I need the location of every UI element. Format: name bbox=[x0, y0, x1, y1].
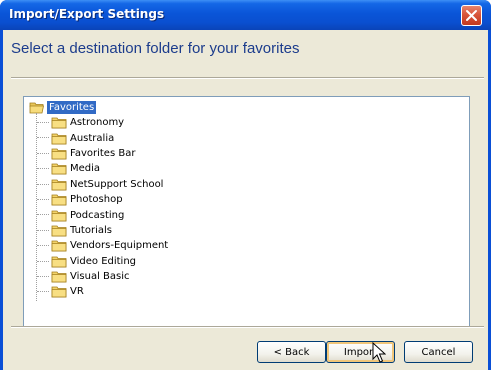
folder-icon bbox=[51, 194, 67, 206]
tree-connector bbox=[37, 245, 49, 247]
tree-connector bbox=[37, 214, 49, 216]
folder-icon bbox=[51, 148, 67, 160]
folder-icon bbox=[51, 210, 67, 221]
tree-connector bbox=[37, 275, 49, 277]
import-export-dialog: Import/Export Settings Select a destinat… bbox=[0, 0, 491, 370]
tree-item[interactable]: Vendors-Equipment bbox=[24, 238, 469, 253]
folder-icon bbox=[51, 133, 67, 144]
tree-connector bbox=[37, 137, 49, 139]
open-folder-icon bbox=[29, 102, 44, 114]
header-divider bbox=[11, 77, 484, 79]
folder-icon bbox=[51, 117, 67, 129]
folder-icon bbox=[51, 271, 67, 283]
folder-icon bbox=[51, 287, 67, 298]
title-bar[interactable]: Import/Export Settings bbox=[0, 0, 491, 30]
folder-icon bbox=[51, 163, 67, 175]
tree-connector bbox=[37, 122, 49, 123]
tree-item-label: Video Editing bbox=[70, 255, 137, 267]
tree-item[interactable]: VR bbox=[24, 284, 469, 299]
tree-item-label: Visual Basic bbox=[70, 271, 130, 283]
tree-item-label: NetSupport School bbox=[70, 178, 164, 190]
folder-icon bbox=[51, 225, 67, 237]
tree-item[interactable]: Favorites Bar bbox=[24, 146, 469, 161]
back-button[interactable]: < Back bbox=[257, 341, 326, 363]
footer-divider bbox=[11, 326, 484, 328]
dialog-body: Select a destination folder for your fav… bbox=[3, 30, 488, 370]
tree-item-label: VR bbox=[70, 286, 84, 298]
tree-item[interactable]: Visual Basic bbox=[24, 269, 469, 284]
cancel-button[interactable]: Cancel bbox=[404, 341, 473, 363]
mouse-pointer-icon bbox=[372, 342, 386, 363]
tree-item[interactable]: Astronomy bbox=[24, 115, 469, 130]
tree-item-label: Tutorials bbox=[70, 224, 112, 236]
folder-icon bbox=[51, 256, 67, 268]
tree-item-label: Podcasting bbox=[70, 209, 125, 221]
tree-connector bbox=[37, 198, 49, 200]
window-title: Import/Export Settings bbox=[9, 7, 165, 21]
tree-item[interactable]: Photoshop bbox=[24, 192, 469, 207]
close-icon bbox=[466, 10, 477, 21]
tree-root-favorites[interactable]: Favorites bbox=[29, 100, 97, 115]
tree-connector bbox=[37, 183, 49, 185]
tree-item[interactable]: NetSupport School bbox=[24, 177, 469, 192]
tree-root-label: Favorites bbox=[47, 101, 97, 114]
tree-connector bbox=[37, 260, 49, 262]
header-panel: Select a destination folder for your fav… bbox=[3, 30, 488, 78]
tree-item[interactable]: Media bbox=[24, 161, 469, 176]
tree-item-label: Australia bbox=[70, 132, 115, 144]
tree-item[interactable]: Podcasting bbox=[24, 207, 469, 222]
tree-connector bbox=[37, 291, 49, 293]
folder-tree[interactable]: Favorites Astronomy Australia Favorites Ba… bbox=[23, 96, 470, 328]
tree-item[interactable]: Video Editing bbox=[24, 254, 469, 269]
tree-item-label: Astronomy bbox=[70, 117, 125, 129]
close-button[interactable] bbox=[461, 5, 482, 26]
folder-icon bbox=[51, 179, 67, 191]
tree-connector bbox=[37, 229, 49, 231]
instruction-text: Select a destination folder for your fav… bbox=[11, 40, 300, 57]
tree-item-label: Media bbox=[70, 163, 101, 175]
tree-item-label: Photoshop bbox=[70, 194, 123, 206]
tree-item-label: Vendors-Equipment bbox=[70, 240, 169, 252]
tree-item-label: Favorites Bar bbox=[70, 147, 136, 159]
tree-item[interactable]: Tutorials bbox=[24, 223, 469, 238]
tree-items: Astronomy Australia Favorites Bar Media NetS… bbox=[24, 115, 469, 300]
folder-icon bbox=[51, 240, 67, 252]
tree-connector bbox=[37, 152, 49, 154]
tree-item[interactable]: Australia bbox=[24, 130, 469, 145]
tree-connector bbox=[37, 168, 49, 170]
